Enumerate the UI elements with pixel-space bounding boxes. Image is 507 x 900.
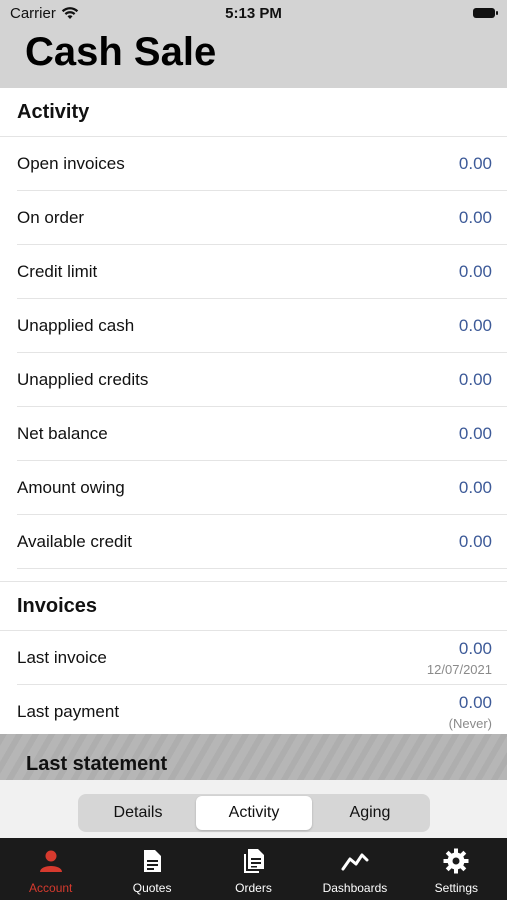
tab-bar: Account Quotes Orders Dashboards Setting…	[0, 838, 507, 900]
row-date: (Never)	[448, 715, 492, 731]
row-credit-limit[interactable]: Credit limit 0.00	[17, 245, 507, 299]
row-value: 0.00	[458, 638, 492, 658]
status-bar: Carrier 5:13 PM	[0, 0, 507, 28]
documents-icon	[243, 849, 264, 873]
row-value: 0.00	[458, 423, 492, 443]
row-value: 0.00	[458, 477, 492, 497]
activity-section-title: Activity	[0, 88, 507, 137]
last-statement-title: Last statement	[26, 753, 168, 775]
row-open-invoices[interactable]: Open invoices 0.00	[17, 137, 507, 191]
segmented-control-bar: Details Activity Aging	[0, 780, 507, 838]
row-label: Amount owing	[17, 477, 125, 497]
row-value: 0.00	[458, 261, 492, 281]
row-label: Available credit	[17, 531, 132, 551]
row-last-invoice[interactable]: Last invoice 0.00 12/07/2021	[17, 631, 507, 685]
tab-label: Dashboards	[322, 881, 388, 895]
invoices-section-title: Invoices	[0, 582, 507, 631]
row-values: 0.00 12/07/2021	[427, 639, 492, 677]
section-divider	[0, 569, 507, 582]
row-value: 0.00	[458, 369, 492, 389]
row-value: 0.00	[458, 692, 492, 712]
segmented-control: Details Activity Aging	[78, 794, 430, 832]
trend-icon	[341, 853, 369, 871]
tab-quotes[interactable]: Quotes	[101, 838, 202, 900]
battery-icon	[473, 8, 498, 18]
row-available-credit[interactable]: Available credit 0.00	[17, 515, 507, 569]
page-header: Cash Sale	[0, 28, 507, 88]
row-net-balance[interactable]: Net balance 0.00	[17, 407, 507, 461]
person-icon	[39, 850, 62, 872]
tab-label: Orders	[235, 881, 272, 895]
row-label: Unapplied cash	[17, 315, 135, 335]
row-label: On order	[17, 207, 85, 227]
tab-account[interactable]: Account	[0, 838, 101, 900]
scroll-content[interactable]: Activity Open invoices 0.00 On order 0.0…	[0, 88, 507, 734]
row-label: Net balance	[17, 423, 108, 443]
row-on-order[interactable]: On order 0.00	[17, 191, 507, 245]
tab-label: Quotes	[132, 881, 172, 895]
row-label: Unapplied credits	[17, 369, 149, 389]
row-label: Last invoice	[17, 647, 107, 667]
status-time: 5:13 PM	[225, 5, 282, 22]
row-unapplied-cash[interactable]: Unapplied cash 0.00	[17, 299, 507, 353]
document-icon	[144, 850, 162, 872]
tab-dashboards[interactable]: Dashboards	[304, 838, 405, 900]
row-label: Credit limit	[17, 261, 98, 281]
row-label: Last payment	[17, 701, 120, 721]
page-title: Cash Sale	[25, 30, 217, 74]
row-value: 0.00	[458, 315, 492, 335]
row-unapplied-credits[interactable]: Unapplied credits 0.00	[17, 353, 507, 407]
tab-label: Account	[29, 881, 73, 895]
row-date: 12/07/2021	[426, 661, 492, 677]
tab-label: Settings	[434, 881, 478, 895]
row-value: 0.00	[458, 153, 492, 173]
row-last-payment[interactable]: Last payment 0.00 (Never)	[17, 685, 507, 734]
tab-orders[interactable]: Orders	[203, 838, 304, 900]
last-statement-banner[interactable]: Last statement	[0, 734, 507, 780]
row-values: 0.00 (Never)	[449, 693, 492, 731]
tab-settings[interactable]: Settings	[406, 838, 507, 900]
row-label: Open invoices	[17, 153, 125, 173]
gear-icon	[443, 848, 469, 874]
row-value: 0.00	[458, 207, 492, 227]
row-amount-owing[interactable]: Amount owing 0.00	[17, 461, 507, 515]
segment-details[interactable]: Details	[80, 796, 196, 830]
segment-activity[interactable]: Activity	[196, 796, 312, 830]
segment-aging[interactable]: Aging	[312, 796, 428, 830]
row-value: 0.00	[458, 531, 492, 551]
